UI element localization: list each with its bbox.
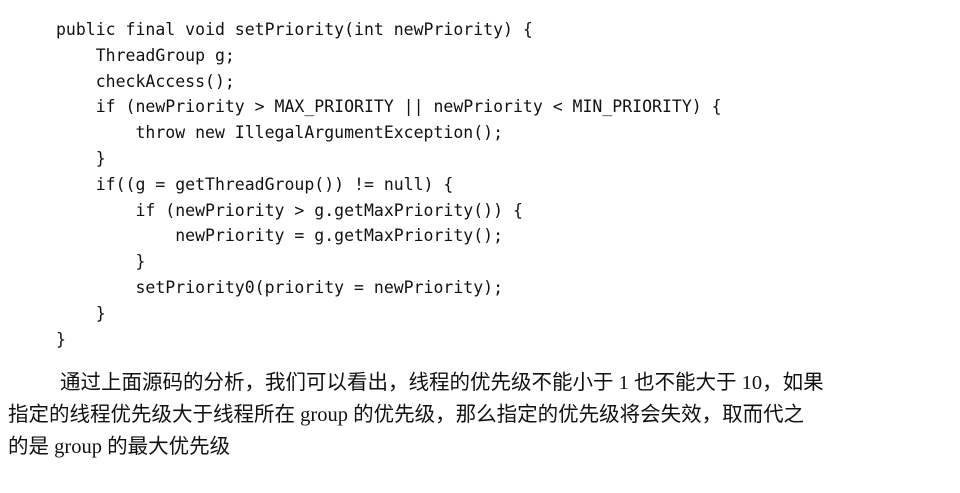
- code-line: }: [56, 252, 146, 272]
- code-line: ThreadGroup g;: [56, 45, 235, 65]
- code-line: }: [56, 303, 106, 323]
- code-listing: public final void setPriority(int newPri…: [56, 17, 722, 352]
- code-line: if (newPriority > MAX_PRIORITY || newPri…: [56, 97, 722, 117]
- paragraph-line: 通过上面源码的分析，我们可以看出，线程的优先级不能小于 1 也不能大于 10，如…: [60, 372, 824, 394]
- code-line: public final void setPriority(int newPri…: [56, 20, 533, 39]
- document-page: public final void setPriority(int newPri…: [0, 0, 960, 493]
- code-line: setPriority0(priority = newPriority);: [56, 277, 504, 297]
- code-line: if (newPriority > g.getMaxPriority()) {: [56, 200, 523, 220]
- paragraph-line: 的是 group 的最大优先级: [8, 436, 231, 458]
- body-paragraph: 通过上面源码的分析，我们可以看出，线程的优先级不能小于 1 也不能大于 10，如…: [8, 367, 948, 463]
- code-line: if((g = getThreadGroup()) != null) {: [56, 174, 454, 194]
- code-line: }: [56, 329, 66, 349]
- code-line: }: [56, 148, 106, 168]
- code-line: throw new IllegalArgumentException();: [56, 123, 504, 143]
- code-line: newPriority = g.getMaxPriority();: [56, 226, 504, 246]
- code-line: checkAccess();: [56, 71, 235, 91]
- paragraph-line: 指定的线程优先级大于线程所在 group 的优先级，那么指定的优先级将会失效，取…: [8, 404, 805, 426]
